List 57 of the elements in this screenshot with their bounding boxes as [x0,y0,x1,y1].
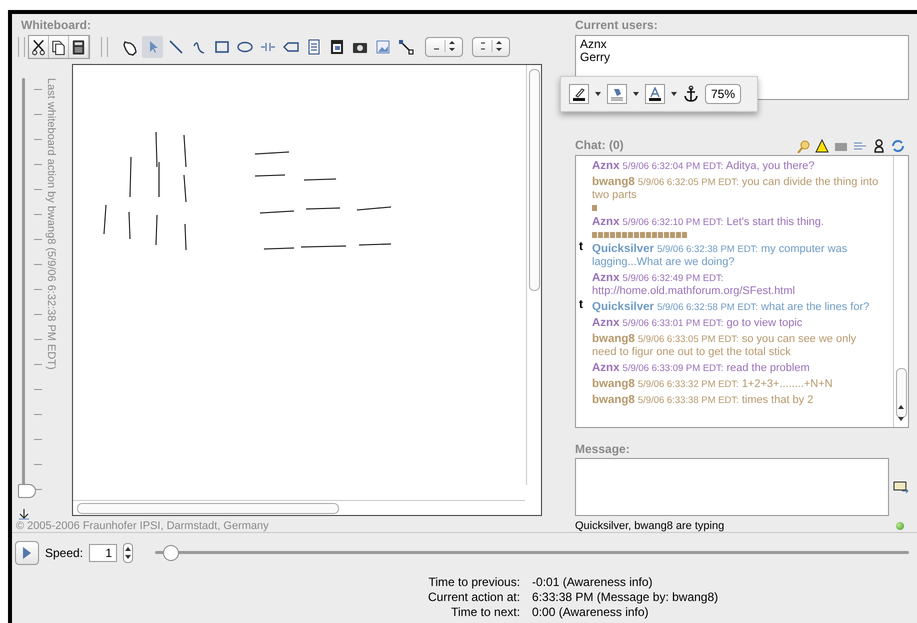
whiteboard-title: Whiteboard: [20,18,92,32]
chat-message: Aznx 5/9/06 6:32:10 PM EDT: Let's start this thing. [592,216,825,230]
info-value: -0:01 (Awareness info) [532,575,654,590]
chat-scrollbar[interactable] [893,156,908,427]
users-title: Current users: [575,18,659,34]
message-title: Message: [575,442,631,457]
down-arrow-icon[interactable] [18,508,30,520]
info-value: 0:00 (Awareness info) [532,605,650,620]
user-name[interactable]: Aznx [580,38,607,52]
warning-icon[interactable] [815,139,829,154]
chat-message: bwang8 5/9/06 6:33:38 PM EDT: times that by 2 [592,394,814,408]
speed-label: Speed: [45,546,84,560]
anchor-icon[interactable] [683,85,699,103]
online-status-icon [896,522,904,530]
zoom-field[interactable]: 75% [705,84,742,104]
info-label: Time to previous: [428,575,520,590]
person-icon[interactable] [872,139,886,154]
chat-message: Aznx 5/9/06 6:32:49 PM EDT: http://home.old.mathforum.org/SFest.html [592,272,796,298]
chat-message: bwang8 5/9/06 6:32:05 PM EDT: you can divide the thing into two parts [592,176,880,202]
send-icon[interactable] [893,480,909,494]
marker-text: t [579,240,583,254]
scrollbar-thumb[interactable] [896,368,907,418]
info-label: Current action at: [428,590,520,605]
toolbar-grip[interactable] [18,37,25,57]
message-input[interactable] [575,458,890,516]
horizontal-scrollbar[interactable] [73,500,525,515]
caret-icon[interactable] [633,92,639,96]
slider-thumb[interactable] [163,545,180,561]
chat-message: Quicksilver 5/9/06 6:32:38 PM EDT: my computer was lagging...What are we doing? [592,243,848,270]
refresh-icon[interactable] [891,139,905,154]
chat-message: Quicksilver 5/9/06 6:32:58 PM EDT: what are the lines for? [592,301,870,314]
stepper-arrows-icon[interactable] [125,546,132,560]
chat-message: Aznx 5/9/06 6:33:09 PM EDT: read the problem [592,362,811,376]
typing-status: Quicksilver, bwang8 are typing [575,520,724,532]
play-icon[interactable] [23,547,31,559]
speed-stepper[interactable] [123,543,134,563]
chat-message: bwang8 5/9/06 6:33:05 PM EDT: so you can see we only need to figur one out to get the total stick [592,333,858,360]
caret-icon[interactable] [671,92,677,96]
chat-message: Aznx 5/9/06 6:32:04 PM EDT: Aditya, you there? [592,160,816,174]
speed-slider[interactable] [155,545,909,561]
copyright-text: © 2005-2006 Fraunhofer IPSI, Darmstadt, Germany [16,520,270,532]
toolbar-grip[interactable] [101,37,108,57]
info-label: Time to next: [450,605,520,620]
chat-message: Aznx 5/9/06 6:33:01 PM EDT: go to view topic [592,317,804,330]
caret-icon[interactable] [595,92,601,96]
speed-field[interactable]: 1 [89,544,118,562]
marker-text: t [579,298,583,312]
play-button[interactable] [15,541,39,565]
scrollbar-thumb[interactable] [77,503,339,514]
history-label: Last whiteboard action by bwang8 (5/9/06 6:32:38 PM EDT) [45,78,57,370]
vertical-scrollbar[interactable] [526,65,541,485]
history-slider-thumb[interactable] [18,484,36,498]
scrollbar-thumb[interactable] [529,69,540,291]
chat-message: bwang8 5/9/06 6:33:32 PM EDT: 1+2+3+........+N+N [592,378,834,392]
chat-title: Chat: (0) [575,138,624,154]
info-value: 6:33:38 PM (Message by: bwang8) [532,590,718,605]
user-name[interactable]: Gerry [580,51,610,64]
